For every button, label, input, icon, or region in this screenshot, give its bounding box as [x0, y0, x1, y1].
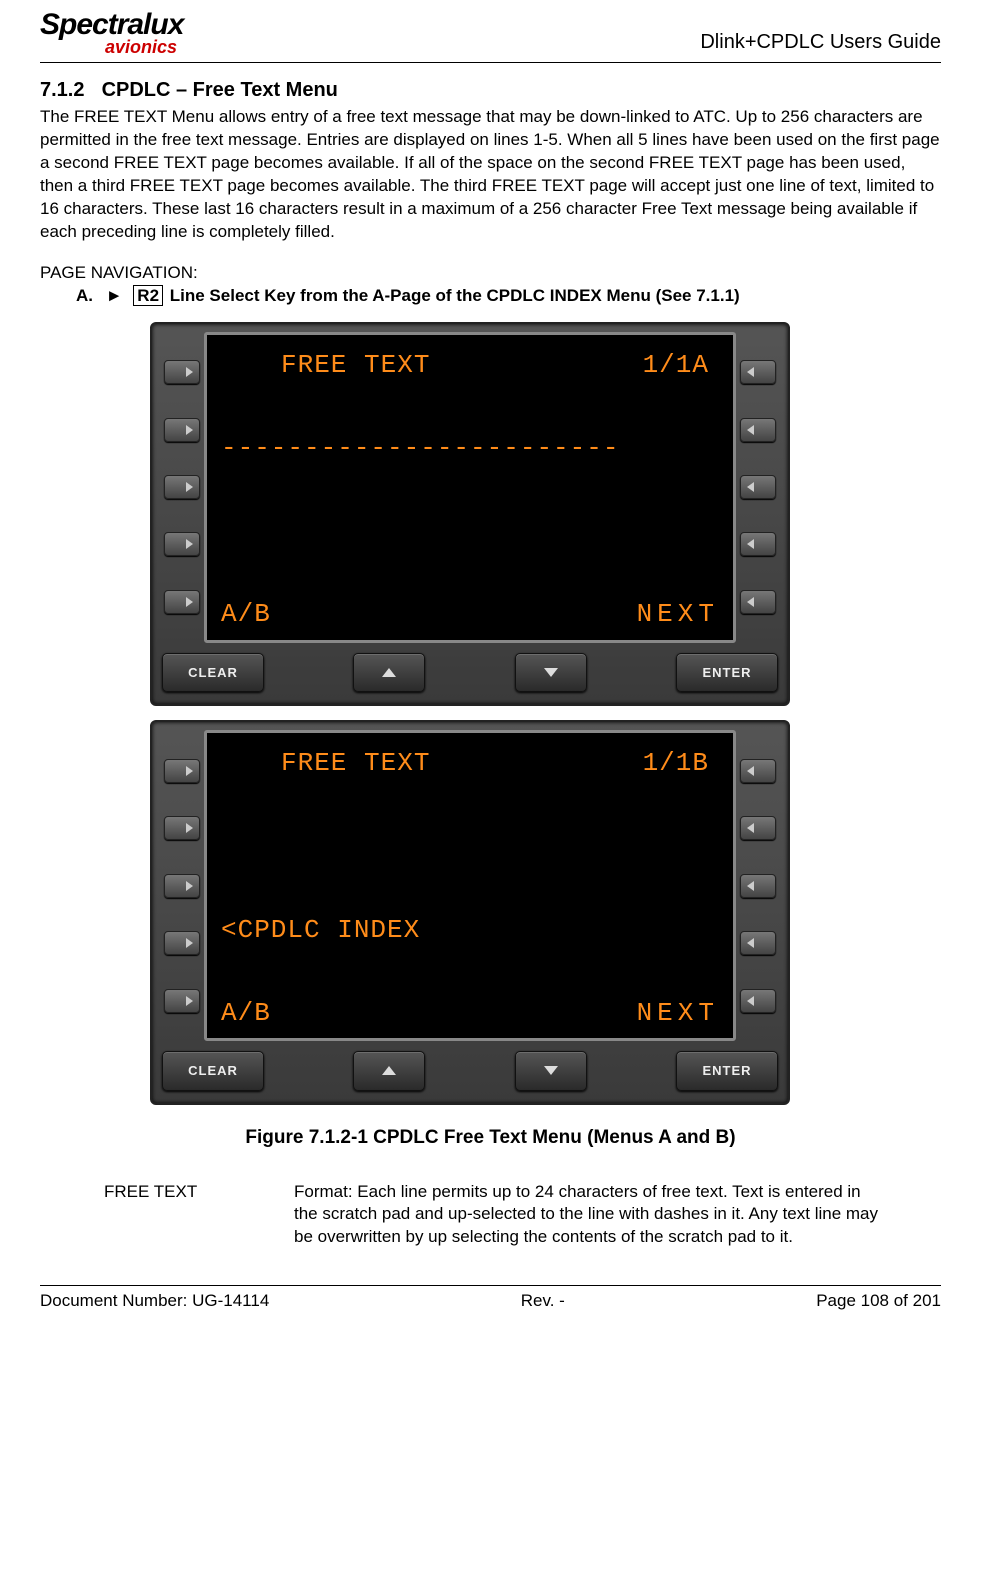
lsk-l1[interactable]	[164, 360, 200, 384]
triangle-up-icon	[382, 668, 396, 677]
lsk-l3-b[interactable]	[164, 874, 200, 898]
cdu-b-bottom-bar: CLEAR ENTER	[160, 1051, 780, 1091]
cdu-a-container: FREE TEXT 1/1A ------------------------ …	[150, 322, 790, 707]
cdu-b-page: 1/1B	[643, 743, 709, 785]
lsk-l2-b[interactable]	[164, 816, 200, 840]
lsk-l3[interactable]	[164, 475, 200, 499]
cdu-a-next: NEXT	[637, 594, 719, 636]
cdu-a-ab: A/B	[221, 594, 271, 636]
lsk-r5-b[interactable]	[740, 989, 776, 1013]
footer-revision: Rev. -	[521, 1290, 565, 1313]
cdu-a: FREE TEXT 1/1A ------------------------ …	[150, 322, 790, 707]
lsk-r4-b[interactable]	[740, 931, 776, 955]
nav-letter: A.	[76, 286, 93, 305]
scroll-down-button[interactable]	[515, 653, 587, 693]
lsk-r5[interactable]	[740, 590, 776, 614]
footer-doc-number: Document Number: UG-14114	[40, 1290, 269, 1313]
lsk-r1-b[interactable]	[740, 759, 776, 783]
lsk-r2-b[interactable]	[740, 816, 776, 840]
page-header: Spectralux avionics Dlink+CPDLC Users Gu…	[40, 10, 941, 63]
cdu-b-cpdlc: <CPDLC INDEX	[221, 910, 719, 952]
cdu-a-page: 1/1A	[643, 345, 709, 387]
lsk-r2[interactable]	[740, 418, 776, 442]
figure-caption: Figure 7.1.2-1 CPDLC Free Text Menu (Men…	[40, 1125, 941, 1151]
cdu-b: FREE TEXT 1/1B <CPDLC INDEX A/B NEXT	[150, 720, 790, 1105]
lsk-right-column	[736, 332, 780, 643]
cdu-b-ab: A/B	[221, 993, 271, 1035]
enter-button[interactable]: ENTER	[676, 653, 778, 693]
clear-button-b[interactable]: CLEAR	[162, 1051, 264, 1091]
lsk-left-column-b	[160, 730, 204, 1041]
page-footer: Document Number: UG-14114 Rev. - Page 10…	[40, 1285, 941, 1313]
definition-term: FREE TEXT	[104, 1181, 294, 1250]
lsk-l5[interactable]	[164, 590, 200, 614]
definition-description: Format: Each line permits up to 24 chara…	[294, 1181, 881, 1250]
lsk-l4-b[interactable]	[164, 931, 200, 955]
cdu-a-screen: FREE TEXT 1/1A ------------------------ …	[204, 332, 736, 643]
lsk-r1[interactable]	[740, 360, 776, 384]
lsk-r3[interactable]	[740, 475, 776, 499]
cdu-b-container: FREE TEXT 1/1B <CPDLC INDEX A/B NEXT	[150, 720, 790, 1105]
lsk-r4[interactable]	[740, 532, 776, 556]
footer-page: Page 108 of 201	[816, 1290, 941, 1313]
nav-key-box: R2	[133, 285, 163, 306]
lsk-l2[interactable]	[164, 418, 200, 442]
cdu-b-screen: FREE TEXT 1/1B <CPDLC INDEX A/B NEXT	[204, 730, 736, 1041]
lsk-l4[interactable]	[164, 532, 200, 556]
doc-title: Dlink+CPDLC Users Guide	[700, 29, 941, 56]
cdu-b-next: NEXT	[637, 993, 719, 1035]
triangle-up-icon	[382, 1066, 396, 1075]
lsk-l5-b[interactable]	[164, 989, 200, 1013]
section-body: The FREE TEXT Menu allows entry of a fre…	[40, 106, 941, 244]
logo-sub: avionics	[105, 38, 183, 56]
triangle-down-icon	[544, 668, 558, 677]
scroll-up-button-b[interactable]	[353, 1051, 425, 1091]
triangle-down-icon	[544, 1066, 558, 1075]
cdu-a-bottom-bar: CLEAR ENTER	[160, 653, 780, 693]
page-navigation-item: A. ► R2 Line Select Key from the A-Page …	[76, 285, 941, 308]
scroll-up-button[interactable]	[353, 653, 425, 693]
enter-button-b[interactable]: ENTER	[676, 1051, 778, 1091]
definition-row: FREE TEXT Format: Each line permits up t…	[104, 1181, 881, 1250]
lsk-right-column-b	[736, 730, 780, 1041]
section-title: CPDLC – Free Text Menu	[102, 79, 338, 101]
section-number: 7.1.2	[40, 77, 96, 104]
logo: Spectralux avionics	[40, 10, 183, 56]
lsk-left-column	[160, 332, 204, 643]
nav-arrow-icon: ►	[106, 286, 123, 305]
lsk-l1-b[interactable]	[164, 759, 200, 783]
nav-rest: Line Select Key from the A-Page of the C…	[170, 286, 740, 305]
section-heading: 7.1.2 CPDLC – Free Text Menu	[40, 77, 941, 104]
cdu-b-title: FREE TEXT	[281, 743, 430, 785]
cdu-a-dashes: ------------------------	[221, 428, 719, 470]
scroll-down-button-b[interactable]	[515, 1051, 587, 1091]
page-navigation-label: PAGE NAVIGATION:	[40, 262, 941, 285]
clear-button[interactable]: CLEAR	[162, 653, 264, 693]
lsk-r3-b[interactable]	[740, 874, 776, 898]
cdu-a-title: FREE TEXT	[281, 345, 430, 387]
logo-main: Spectralux	[40, 10, 183, 40]
